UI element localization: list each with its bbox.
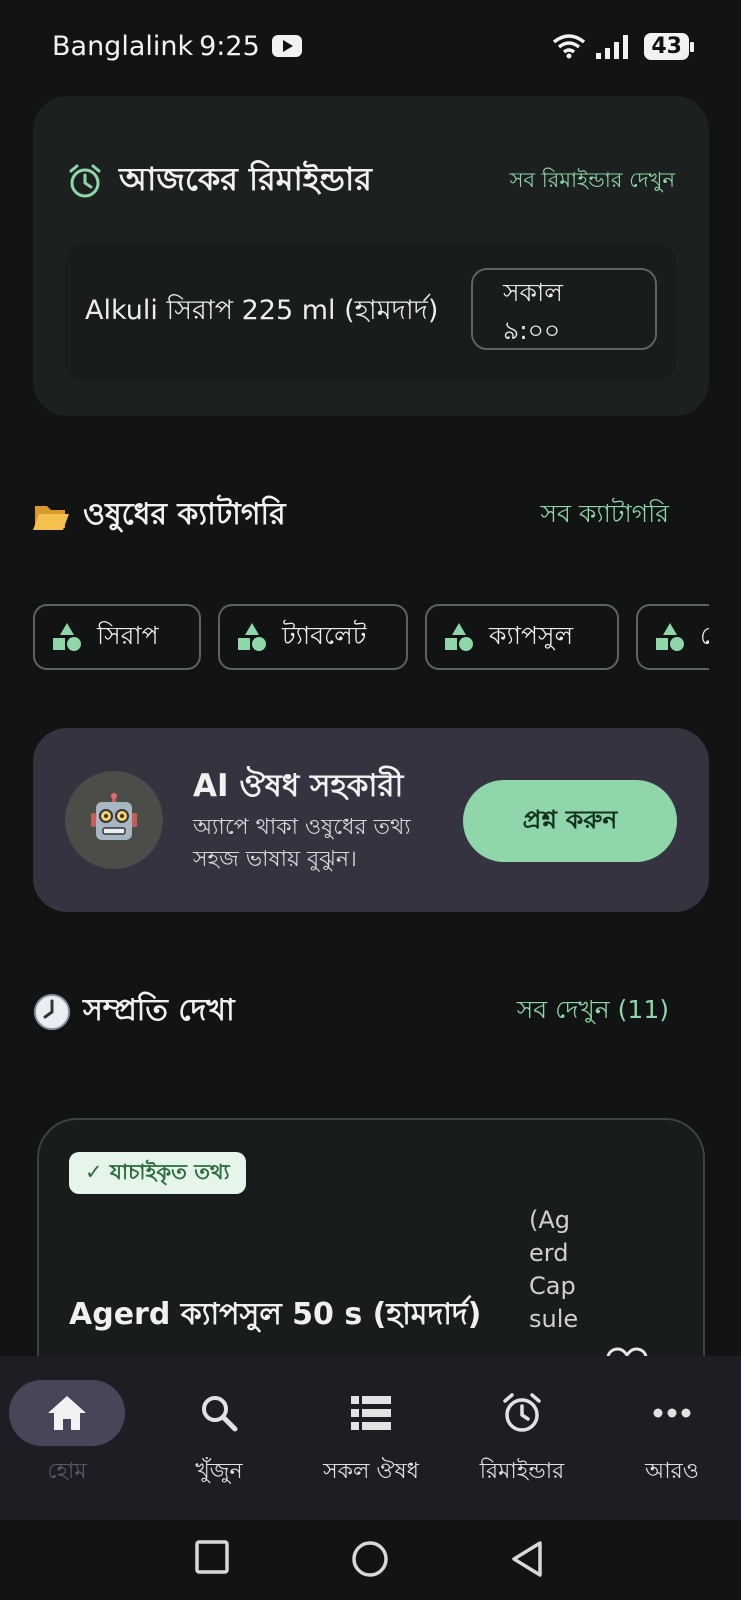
search-icon <box>202 1396 238 1432</box>
nav-label: সকল ঔষধ <box>323 1459 419 1484</box>
wifi-icon <box>553 34 586 59</box>
nav-item-all-medicines[interactable]: সকল ঔষধ <box>297 1380 445 1491</box>
nav-item-search[interactable]: খুঁজুন <box>145 1380 293 1491</box>
nav-label: রিমাইন্ডার <box>479 1459 565 1484</box>
recent-medicine-alt-name: (Agerd Capsule <box>529 1206 579 1333</box>
ai-assistant-title: AI ঔষধ সহকারী <box>193 768 404 804</box>
status-right: 43 <box>552 32 694 60</box>
chip-label: সিরাপ <box>97 620 159 650</box>
nav-reminder-pill <box>464 1380 580 1446</box>
list-icon <box>351 1396 391 1430</box>
reminder-header: আজকের রিমাইন্ডার সব রিমাইন্ডার দেখুন <box>67 154 675 208</box>
see-all-recent-link[interactable]: সব দেখুন (11) <box>517 990 669 1033</box>
see-all-categories-link[interactable]: সব ক্যাটাগরি <box>540 494 669 537</box>
reminder-time-period: সকাল <box>503 278 563 307</box>
back-triangle-icon[interactable] <box>510 1540 544 1578</box>
ai-assistant-description: অ্যাপে থাকা ওষুধের তথ্য সহজ ভাষায় বুঝুন… <box>193 815 411 872</box>
nav-label: আরও <box>645 1459 699 1484</box>
clock: 9:25 <box>199 30 260 62</box>
category-chip-tablet[interactable]: ট্যাবলেট <box>218 604 408 670</box>
more-icon <box>653 1408 691 1418</box>
reminder-time-pill: সকাল ৯:০০ <box>471 268 657 350</box>
nav-label: খুঁজুন <box>195 1459 243 1484</box>
robot-icon <box>65 771 163 869</box>
nav-label: হোম <box>47 1459 87 1484</box>
recent-title: সম্প্রতি দেখা <box>83 993 235 1028</box>
ask-question-button[interactable]: প্রশ্ন করুন <box>463 780 677 862</box>
see-all-reminders-link[interactable]: সব রিমাইন্ডার দেখুন <box>510 164 675 199</box>
system-navigation-bar <box>0 1520 741 1600</box>
shapes-icon <box>238 623 266 651</box>
shapes-icon <box>53 623 81 651</box>
nav-search-pill <box>161 1380 277 1446</box>
recent-medicine-name: Agerd ক্যাপসুল 50 s (হামদার্দ) <box>69 1297 482 1332</box>
recent-header: সম্প্রতি দেখা সব দেখুন (11) <box>33 986 669 1037</box>
categories-header: ওষুধের ক্যাটাগরি সব ক্যাটাগরি <box>33 490 669 541</box>
category-chip-syrup[interactable]: সিরাপ <box>33 604 201 670</box>
nav-item-more[interactable]: আরও <box>598 1380 741 1491</box>
alarm-icon <box>69 164 101 198</box>
chip-label: ক্যাপসুল <box>489 620 574 650</box>
signal-icon <box>596 35 629 59</box>
home-icon <box>48 1396 86 1430</box>
reminder-item[interactable]: Alkuli সিরাপ 225 ml (হামদার্দ) সকাল ৯:০০ <box>65 242 677 382</box>
todays-reminder-card: আজকের রিমাইন্ডার সব রিমাইন্ডার দেখুন Alk… <box>33 96 709 416</box>
categories-title: ওষুধের ক্যাটাগরি <box>83 497 286 532</box>
shapes-icon <box>445 623 473 651</box>
category-chip-partial[interactable]: ে <box>636 604 709 670</box>
recents-square-icon[interactable] <box>195 1540 229 1574</box>
verified-badge: ✓ যাচাইকৃত তথ্য <box>69 1152 246 1194</box>
ai-assistant-card: AI ঔষধ সহকারী অ্যাপে থাকা ওষুধের তথ্য সহ… <box>33 728 709 912</box>
chip-label: ট্যাবলেট <box>282 620 367 650</box>
reminder-medicine-name: Alkuli সিরাপ 225 ml (হামদার্দ) <box>85 294 439 326</box>
chip-label: ে <box>700 616 709 659</box>
nav-item-reminder[interactable]: রিমাইন্ডার <box>448 1380 596 1491</box>
nav-item-home[interactable]: হোম <box>0 1380 141 1491</box>
carrier-name: Banglalink <box>52 30 194 62</box>
status-bar: Banglalink 9:25 43 <box>0 0 741 92</box>
youtube-notification-icon <box>271 35 302 57</box>
status-left: Banglalink 9:25 <box>52 31 302 62</box>
reminder-time-value: ৯:০০ <box>503 316 561 345</box>
home-circle-icon[interactable] <box>351 1540 389 1578</box>
alarm-icon <box>503 1393 541 1432</box>
reminder-title: আজকের রিমাইন্ডার <box>119 160 372 198</box>
nav-more-pill <box>614 1380 730 1446</box>
category-chip-capsule[interactable]: ক্যাপসুল <box>425 604 619 670</box>
battery-indicator: 43 <box>644 32 694 60</box>
nav-home-pill <box>9 1380 125 1446</box>
clock-icon <box>34 993 70 1030</box>
folder-icon <box>33 505 69 530</box>
bottom-navigation: হোম খুঁজুন সকল ঔষধ রিমাইন্ডার আরও <box>0 1356 741 1520</box>
shapes-icon <box>656 623 684 651</box>
category-chips: সিরাপ ট্যাবলেট ক্যাপসুল ে <box>33 604 709 674</box>
nav-list-pill <box>313 1380 429 1446</box>
